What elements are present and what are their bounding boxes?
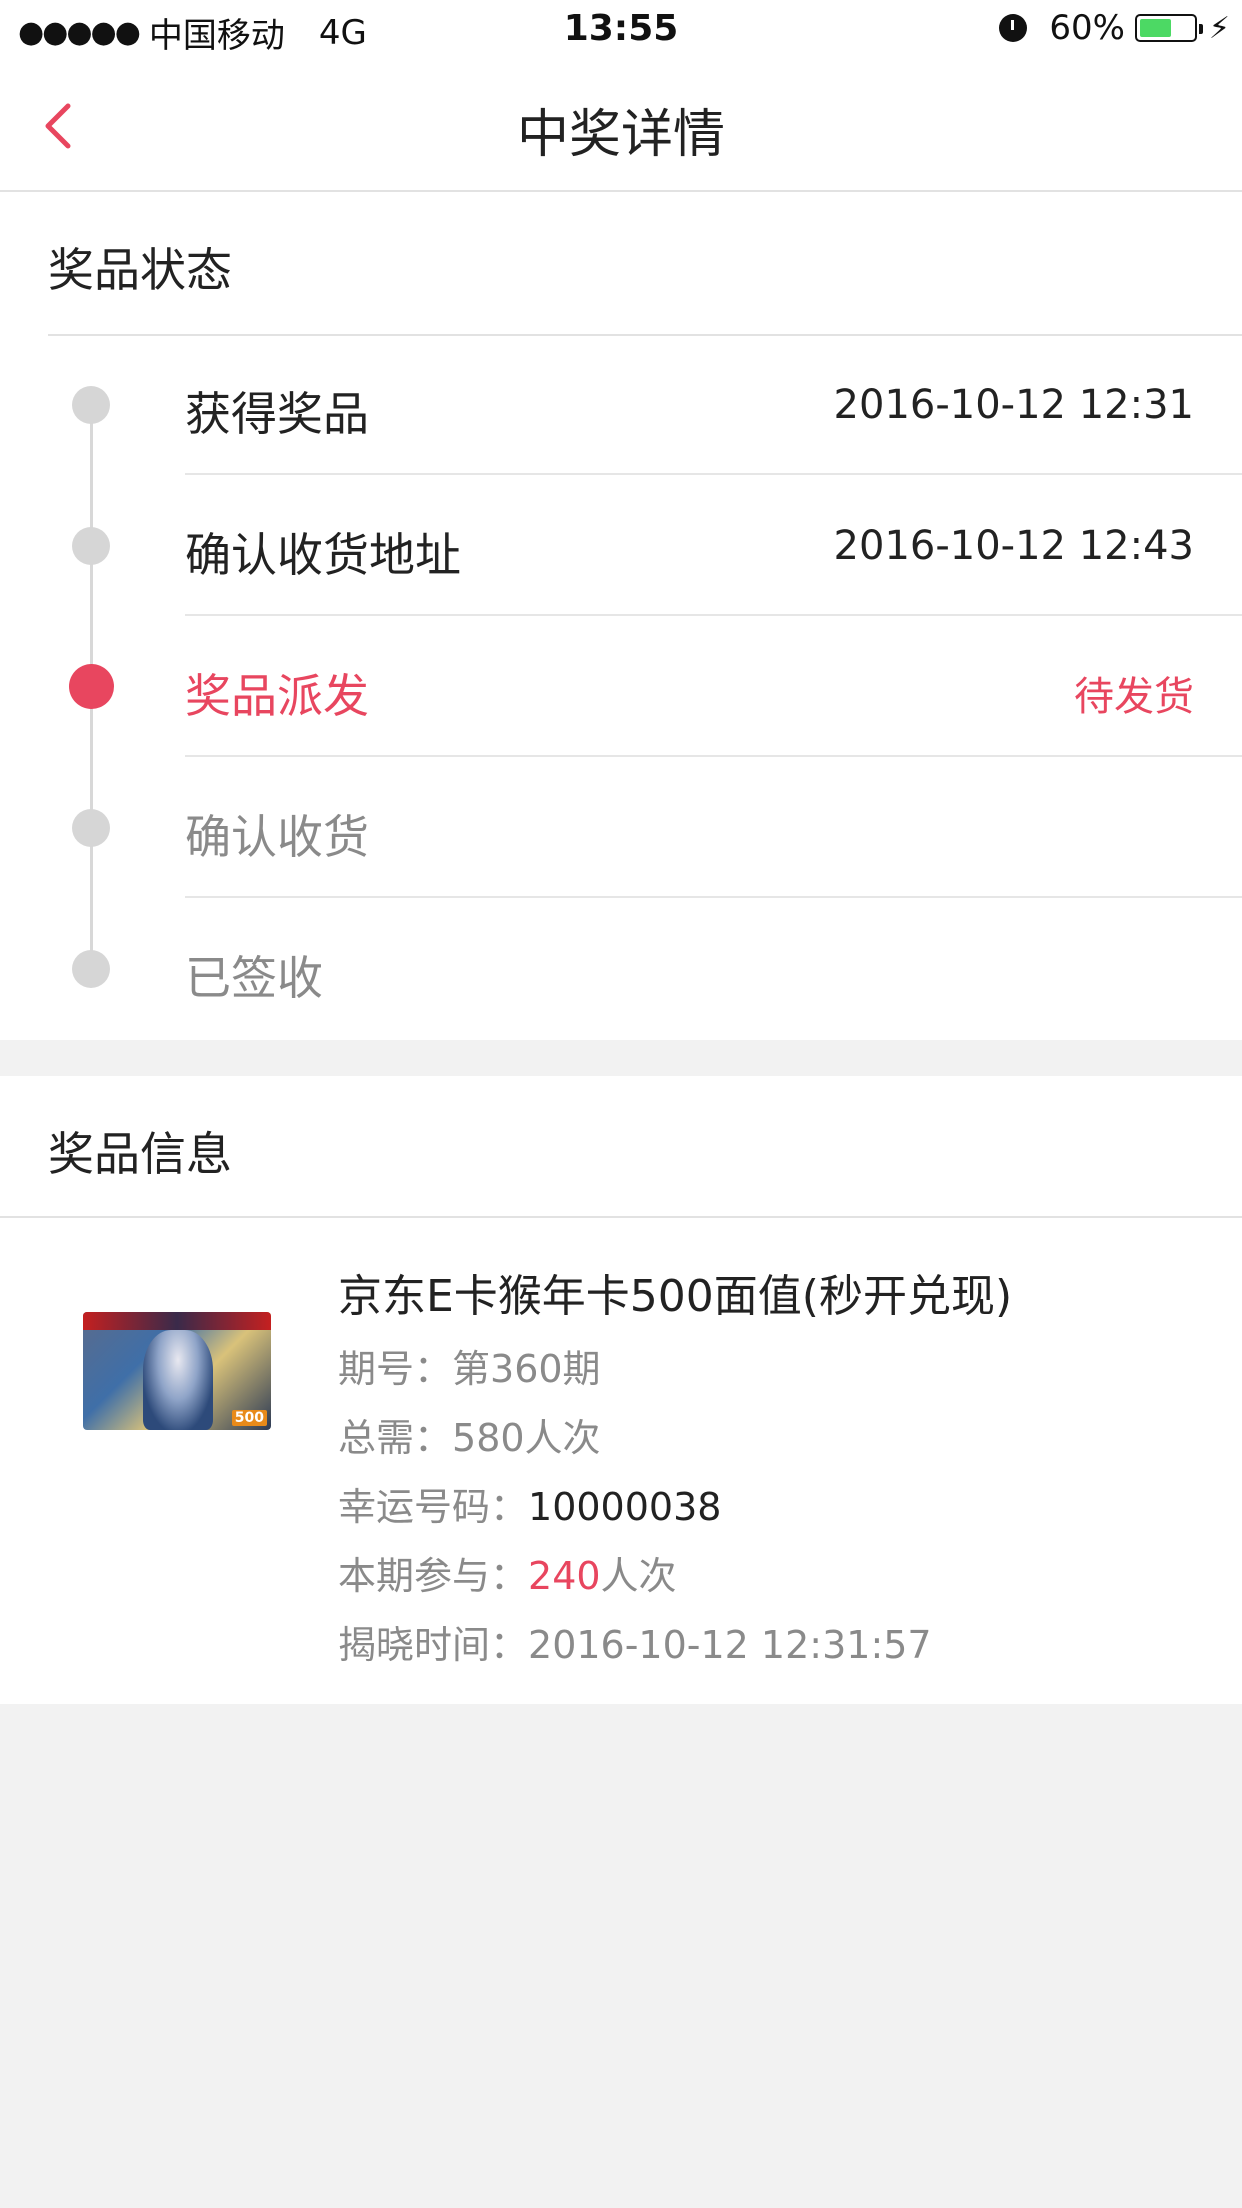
step-dot-active	[69, 664, 114, 709]
timeline-step: 已签收	[0, 898, 1242, 1039]
battery-percent: 60%	[1049, 8, 1125, 48]
total-label: 总需：	[338, 1416, 453, 1460]
lucky-number-value: 10000038	[528, 1485, 722, 1529]
step-dot	[72, 950, 110, 988]
period-label: 期号：	[338, 1347, 453, 1391]
participation-row: 本期参与：240人次	[338, 1545, 677, 1600]
participation-label: 本期参与：	[338, 1554, 529, 1598]
status-right: 60% ⚡	[999, 8, 1230, 48]
page-title: 中奖详情	[516, 105, 725, 165]
participation-count: 240	[528, 1554, 601, 1598]
timeline-step: 确认收货地址 2016-10-12 12:43	[0, 475, 1242, 616]
card-value-badge: 500	[231, 1410, 267, 1426]
step-label: 确认收货地址	[185, 528, 461, 582]
reveal-time-row: 揭晓时间：2016-10-12 12:31:57	[338, 1614, 932, 1669]
nav-bar: 中奖详情	[0, 62, 1242, 192]
charging-icon: ⚡	[1208, 10, 1230, 46]
reveal-time-value: 2016-10-12 12:31:57	[528, 1623, 932, 1667]
card-header-strip	[83, 1312, 271, 1330]
battery-level	[1139, 19, 1171, 37]
card-character-art	[143, 1330, 213, 1430]
step-time: 2016-10-12 12:43	[833, 523, 1194, 569]
step-status: 待发货	[1074, 674, 1194, 720]
divider	[0, 1216, 1242, 1218]
timeline-step-current: 奖品派发 待发货	[0, 616, 1242, 757]
lucky-number-row: 幸运号码：10000038	[338, 1476, 721, 1531]
prize-info-title: 奖品信息	[48, 1127, 232, 1181]
prize-info-section[interactable]: 奖品信息 500 京东E卡猴年卡500面值(秒开兑现) 期号：第360期 总需：…	[0, 1076, 1242, 1704]
period-row: 期号：第360期	[338, 1338, 601, 1393]
total-row: 总需：580人次	[338, 1407, 601, 1462]
step-dot	[72, 809, 110, 847]
step-label: 已签收	[185, 951, 323, 1005]
battery-cap	[1198, 24, 1203, 34]
step-label: 确认收货	[185, 810, 369, 864]
prize-name: 京东E卡猴年卡500面值(秒开兑现)	[338, 1271, 1013, 1322]
step-label: 奖品派发	[185, 669, 369, 723]
participation-unit: 人次	[600, 1554, 677, 1598]
step-time: 2016-10-12 12:31	[833, 382, 1194, 428]
step-label: 获得奖品	[185, 387, 369, 441]
timeline-step: 获得奖品 2016-10-12 12:31	[0, 334, 1242, 475]
period-value: 第360期	[452, 1347, 601, 1391]
step-dot	[72, 386, 110, 424]
alarm-icon	[999, 14, 1028, 42]
battery-icon	[1134, 14, 1203, 42]
reveal-time-label: 揭晓时间：	[338, 1623, 529, 1667]
prize-image[interactable]: 500	[83, 1312, 271, 1430]
prize-status-section: 奖品状态 获得奖品 2016-10-12 12:31 确认收货地址 2016-1…	[0, 192, 1242, 1040]
prize-status-title: 奖品状态	[48, 243, 232, 297]
step-dot	[72, 527, 110, 565]
lucky-number-label: 幸运号码：	[338, 1485, 529, 1529]
timeline-step: 确认收货	[0, 757, 1242, 898]
total-value: 580人次	[452, 1416, 601, 1460]
status-bar: ●●●●● 中国移动 4G 13:55 60% ⚡	[0, 0, 1242, 62]
